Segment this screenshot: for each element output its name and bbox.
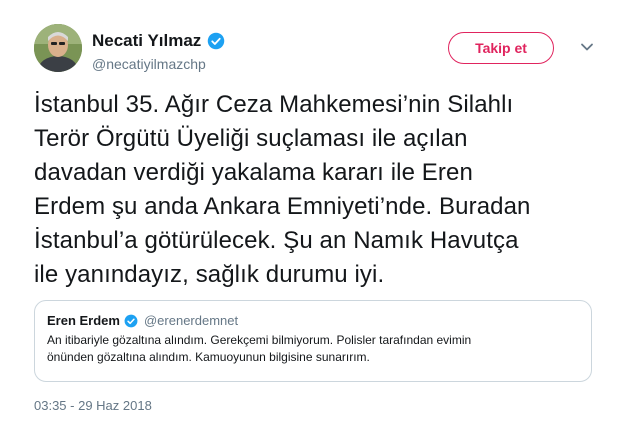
quoted-tweet-header: Eren Erdem @erenerdemnet xyxy=(47,313,579,328)
verified-badge-icon xyxy=(208,32,225,50)
quoted-tweet[interactable]: Eren Erdem @erenerdemnet An itibariyle g… xyxy=(34,300,592,382)
author-avatar[interactable] xyxy=(34,24,82,72)
quoted-tweet-text: An itibariyle gözaltına alındım. Gerekçe… xyxy=(47,332,579,366)
tweet-text: İstanbul 35. Ağır Ceza Mahkemesi’nin Sil… xyxy=(34,88,609,292)
quoted-author-name: Eren Erdem xyxy=(47,313,120,328)
quoted-line: önünden gözaltına alındım. Kamuoyunun bi… xyxy=(47,350,370,364)
follow-button[interactable]: Takip et xyxy=(448,32,554,64)
tweet-line: Terör Örgütü Üyeliği suçlaması ile açıla… xyxy=(34,125,468,152)
tweet-line: İstanbul 35. Ağır Ceza Mahkemesi’nin Sil… xyxy=(34,91,514,118)
quoted-author-handle: @erenerdemnet xyxy=(143,313,239,328)
chevron-down-icon[interactable] xyxy=(580,40,594,54)
tweet-line: Erdem şu anda Ankara Emniyeti’nde. Burad… xyxy=(34,193,531,220)
tweet-line: davadan verdiği yakalama kararı ile Eren xyxy=(34,159,473,186)
verified-badge-icon xyxy=(124,314,138,327)
tweet-header: Necati Yılmaz @necatiyilmazchp Takip et xyxy=(34,24,606,76)
tweet-timestamp[interactable]: 03:35 - 29 Haz 2018 xyxy=(34,398,152,413)
tweet-line: ile yanındayız, sağlık durumu iyi. xyxy=(34,261,385,288)
quoted-line: An itibariyle gözaltına alındım. Gerekçe… xyxy=(47,333,472,347)
tweet-line: İstanbul’a götürülecek. Şu an Namık Havu… xyxy=(34,227,519,254)
author-handle[interactable]: @necatiyilmazchp xyxy=(92,56,206,72)
author-name-text: Necati Yılmaz xyxy=(92,31,202,50)
avatar-image xyxy=(34,24,82,72)
author-name[interactable]: Necati Yılmaz xyxy=(92,31,225,51)
